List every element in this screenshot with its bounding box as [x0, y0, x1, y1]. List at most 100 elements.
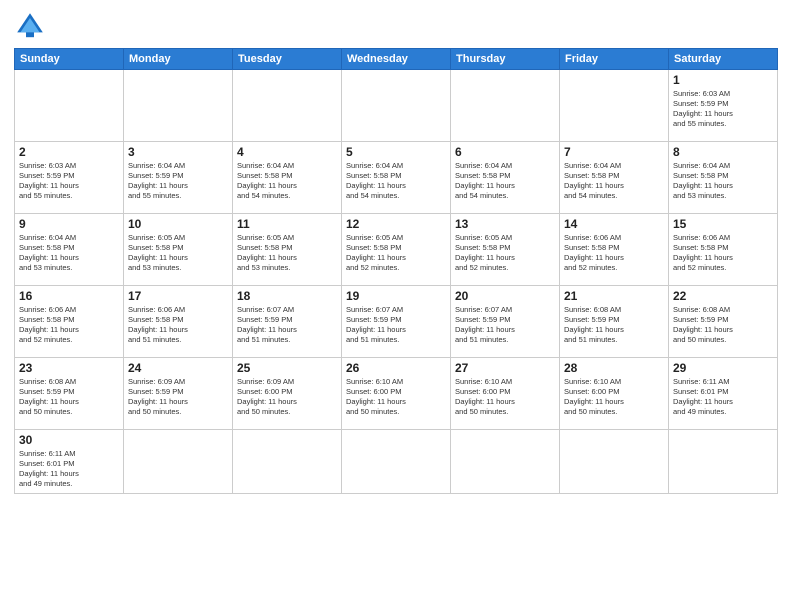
day-info: Sunrise: 6:05 AM Sunset: 5:58 PM Dayligh… [237, 233, 337, 274]
calendar-cell: 14 Sunrise: 6:06 AM Sunset: 5:58 PM Dayli… [560, 214, 669, 286]
day-number: 6 [455, 145, 555, 159]
day-number: 4 [237, 145, 337, 159]
day-number: 12 [346, 217, 446, 231]
calendar-cell: 4 Sunrise: 6:04 AM Sunset: 5:58 PM Daylig… [233, 142, 342, 214]
col-header-sunday: Sunday [15, 49, 124, 70]
calendar-cell: 12 Sunrise: 6:05 AM Sunset: 5:58 PM Dayli… [342, 214, 451, 286]
day-info: Sunrise: 6:10 AM Sunset: 6:00 PM Dayligh… [564, 377, 664, 418]
day-info: Sunrise: 6:05 AM Sunset: 5:58 PM Dayligh… [346, 233, 446, 274]
day-info: Sunrise: 6:10 AM Sunset: 6:00 PM Dayligh… [455, 377, 555, 418]
calendar-cell: 19Sunrise: 6:07 AM Sunset: 5:59 PM Dayli… [342, 286, 451, 358]
calendar-cell: 24Sunrise: 6:09 AM Sunset: 5:59 PM Dayli… [124, 358, 233, 430]
day-info: Sunrise: 6:03 AM Sunset: 5:59 PM Dayligh… [673, 89, 773, 130]
day-number: 9 [19, 217, 119, 231]
calendar-cell: 9 Sunrise: 6:04 AM Sunset: 5:58 PM Daylig… [15, 214, 124, 286]
day-number: 1 [673, 73, 773, 87]
calendar-cell: 27 Sunrise: 6:10 AM Sunset: 6:00 PM Dayli… [451, 358, 560, 430]
calendar-cell: 16 Sunrise: 6:06 AM Sunset: 5:58 PM Dayli… [15, 286, 124, 358]
calendar-cell: 28 Sunrise: 6:10 AM Sunset: 6:00 PM Dayli… [560, 358, 669, 430]
day-number: 26 [346, 361, 446, 375]
col-header-monday: Monday [124, 49, 233, 70]
calendar-cell: 10Sunrise: 6:05 AM Sunset: 5:58 PM Dayli… [124, 214, 233, 286]
day-number: 13 [455, 217, 555, 231]
page: SundayMondayTuesdayWednesdayThursdayFrid… [0, 0, 792, 612]
calendar-cell: 11Sunrise: 6:05 AM Sunset: 5:58 PM Dayli… [233, 214, 342, 286]
day-info: Sunrise: 6:03 AM Sunset: 5:59 PM Dayligh… [19, 161, 119, 202]
calendar-cell: 20Sunrise: 6:07 AM Sunset: 5:59 PM Dayli… [451, 286, 560, 358]
day-number: 10 [128, 217, 228, 231]
day-info: Sunrise: 6:04 AM Sunset: 5:59 PM Dayligh… [128, 161, 228, 202]
day-number: 23 [19, 361, 119, 375]
day-number: 18 [237, 289, 337, 303]
calendar-cell [124, 430, 233, 494]
day-number: 3 [128, 145, 228, 159]
day-number: 16 [19, 289, 119, 303]
col-header-wednesday: Wednesday [342, 49, 451, 70]
day-info: Sunrise: 6:04 AM Sunset: 5:58 PM Dayligh… [19, 233, 119, 274]
calendar-cell: 21Sunrise: 6:08 AM Sunset: 5:59 PM Dayli… [560, 286, 669, 358]
day-info: Sunrise: 6:04 AM Sunset: 5:58 PM Dayligh… [455, 161, 555, 202]
calendar-week-3: 16 Sunrise: 6:06 AM Sunset: 5:58 PM Dayli… [15, 286, 778, 358]
day-number: 30 [19, 433, 119, 447]
day-info: Sunrise: 6:10 AM Sunset: 6:00 PM Dayligh… [346, 377, 446, 418]
calendar-cell: 1 Sunrise: 6:03 AM Sunset: 5:59 PM Daylig… [669, 70, 778, 142]
calendar-cell: 30 Sunrise: 6:11 AM Sunset: 6:01 PM Dayli… [15, 430, 124, 494]
calendar-week-5: 30 Sunrise: 6:11 AM Sunset: 6:01 PM Dayli… [15, 430, 778, 494]
day-info: Sunrise: 6:04 AM Sunset: 5:58 PM Dayligh… [237, 161, 337, 202]
calendar-cell: 17Sunrise: 6:06 AM Sunset: 5:58 PM Dayli… [124, 286, 233, 358]
day-info: Sunrise: 6:08 AM Sunset: 5:59 PM Dayligh… [673, 305, 773, 346]
calendar-cell [669, 430, 778, 494]
calendar-week-1: 2Sunrise: 6:03 AM Sunset: 5:59 PM Daylig… [15, 142, 778, 214]
calendar-cell [451, 70, 560, 142]
day-info: Sunrise: 6:09 AM Sunset: 6:00 PM Dayligh… [237, 377, 337, 418]
day-info: Sunrise: 6:04 AM Sunset: 5:58 PM Dayligh… [673, 161, 773, 202]
calendar-cell [451, 430, 560, 494]
calendar-cell: 26 Sunrise: 6:10 AM Sunset: 6:00 PM Dayli… [342, 358, 451, 430]
day-info: Sunrise: 6:08 AM Sunset: 5:59 PM Dayligh… [19, 377, 119, 418]
day-number: 28 [564, 361, 664, 375]
day-number: 29 [673, 361, 773, 375]
calendar-cell: 13 Sunrise: 6:05 AM Sunset: 5:58 PM Dayli… [451, 214, 560, 286]
calendar-cell: 6 Sunrise: 6:04 AM Sunset: 5:58 PM Daylig… [451, 142, 560, 214]
day-info: Sunrise: 6:07 AM Sunset: 5:59 PM Dayligh… [455, 305, 555, 346]
calendar-week-2: 9 Sunrise: 6:04 AM Sunset: 5:58 PM Daylig… [15, 214, 778, 286]
calendar-week-4: 23 Sunrise: 6:08 AM Sunset: 5:59 PM Dayli… [15, 358, 778, 430]
col-header-tuesday: Tuesday [233, 49, 342, 70]
calendar-cell [560, 430, 669, 494]
day-number: 27 [455, 361, 555, 375]
day-info: Sunrise: 6:11 AM Sunset: 6:01 PM Dayligh… [673, 377, 773, 418]
calendar-cell: 5Sunrise: 6:04 AM Sunset: 5:58 PM Daylig… [342, 142, 451, 214]
day-info: Sunrise: 6:06 AM Sunset: 5:58 PM Dayligh… [564, 233, 664, 274]
day-number: 24 [128, 361, 228, 375]
calendar-cell: 7Sunrise: 6:04 AM Sunset: 5:58 PM Daylig… [560, 142, 669, 214]
calendar-cell [233, 430, 342, 494]
day-info: Sunrise: 6:06 AM Sunset: 5:58 PM Dayligh… [673, 233, 773, 274]
day-number: 14 [564, 217, 664, 231]
day-info: Sunrise: 6:04 AM Sunset: 5:58 PM Dayligh… [346, 161, 446, 202]
day-number: 17 [128, 289, 228, 303]
day-number: 21 [564, 289, 664, 303]
day-info: Sunrise: 6:07 AM Sunset: 5:59 PM Dayligh… [237, 305, 337, 346]
logo [14, 10, 50, 42]
calendar-cell: 22 Sunrise: 6:08 AM Sunset: 5:59 PM Dayli… [669, 286, 778, 358]
calendar-cell [560, 70, 669, 142]
col-header-thursday: Thursday [451, 49, 560, 70]
calendar-cell: 3 Sunrise: 6:04 AM Sunset: 5:59 PM Daylig… [124, 142, 233, 214]
day-info: Sunrise: 6:05 AM Sunset: 5:58 PM Dayligh… [455, 233, 555, 274]
day-info: Sunrise: 6:11 AM Sunset: 6:01 PM Dayligh… [19, 449, 119, 490]
calendar-cell: 18 Sunrise: 6:07 AM Sunset: 5:59 PM Dayli… [233, 286, 342, 358]
calendar-cell [124, 70, 233, 142]
header [14, 10, 778, 42]
calendar-cell [15, 70, 124, 142]
day-number: 7 [564, 145, 664, 159]
col-header-saturday: Saturday [669, 49, 778, 70]
day-number: 8 [673, 145, 773, 159]
day-number: 22 [673, 289, 773, 303]
day-number: 25 [237, 361, 337, 375]
col-header-friday: Friday [560, 49, 669, 70]
day-info: Sunrise: 6:06 AM Sunset: 5:58 PM Dayligh… [19, 305, 119, 346]
day-number: 19 [346, 289, 446, 303]
calendar-cell: 23 Sunrise: 6:08 AM Sunset: 5:59 PM Dayli… [15, 358, 124, 430]
calendar-cell [233, 70, 342, 142]
calendar-week-0: 1 Sunrise: 6:03 AM Sunset: 5:59 PM Daylig… [15, 70, 778, 142]
